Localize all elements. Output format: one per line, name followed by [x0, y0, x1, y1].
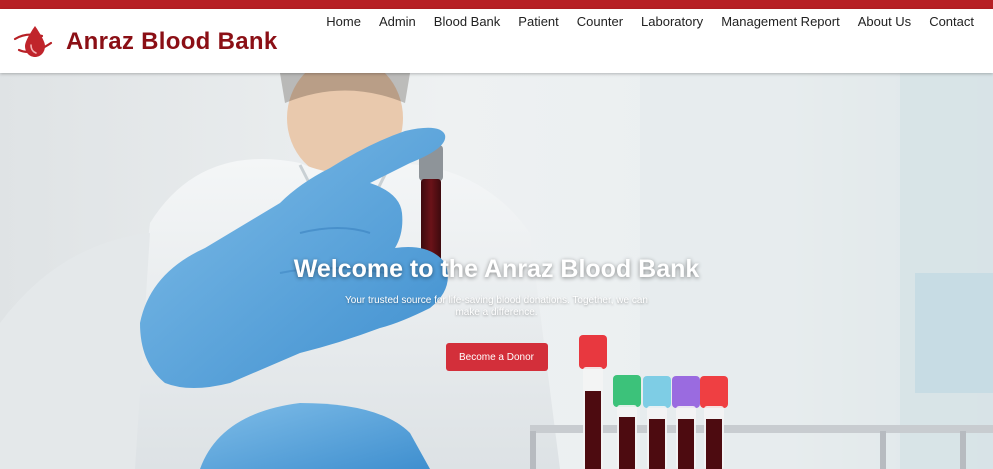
nav-item-laboratory[interactable]: Laboratory — [623, 14, 703, 30]
hero-subtitle: Your trusted source for life-saving bloo… — [345, 295, 648, 318]
hero-section: Welcome to the Anraz Blood Bank Your tru… — [0, 73, 993, 469]
nav-item-patient[interactable]: Patient — [500, 14, 558, 30]
hero-title: Welcome to the Anraz Blood Bank — [293, 255, 700, 283]
nav-item-counter[interactable]: Counter — [559, 14, 623, 30]
nav-item-home[interactable]: Home — [326, 14, 361, 30]
blood-drop-logo-icon — [13, 26, 53, 57]
main-nav: Home Admin Blood Bank Patient Counter La… — [326, 14, 974, 30]
top-accent-bar — [0, 0, 993, 9]
nav-item-management-report[interactable]: Management Report — [703, 14, 840, 30]
site-header: Anraz Blood Bank Home Admin Blood Bank P… — [0, 9, 993, 73]
brand-name: Anraz Blood Bank — [66, 28, 278, 55]
nav-item-contact[interactable]: Contact — [911, 14, 974, 30]
hero-content: Welcome to the Anraz Blood Bank Your tru… — [0, 251, 993, 371]
brand-link[interactable]: Anraz Blood Bank — [12, 23, 277, 61]
nav-item-admin[interactable]: Admin — [361, 14, 416, 30]
become-donor-button[interactable]: Become a Donor — [445, 343, 548, 371]
nav-item-blood-bank[interactable]: Blood Bank — [416, 14, 501, 30]
nav-item-about-us[interactable]: About Us — [840, 14, 911, 30]
